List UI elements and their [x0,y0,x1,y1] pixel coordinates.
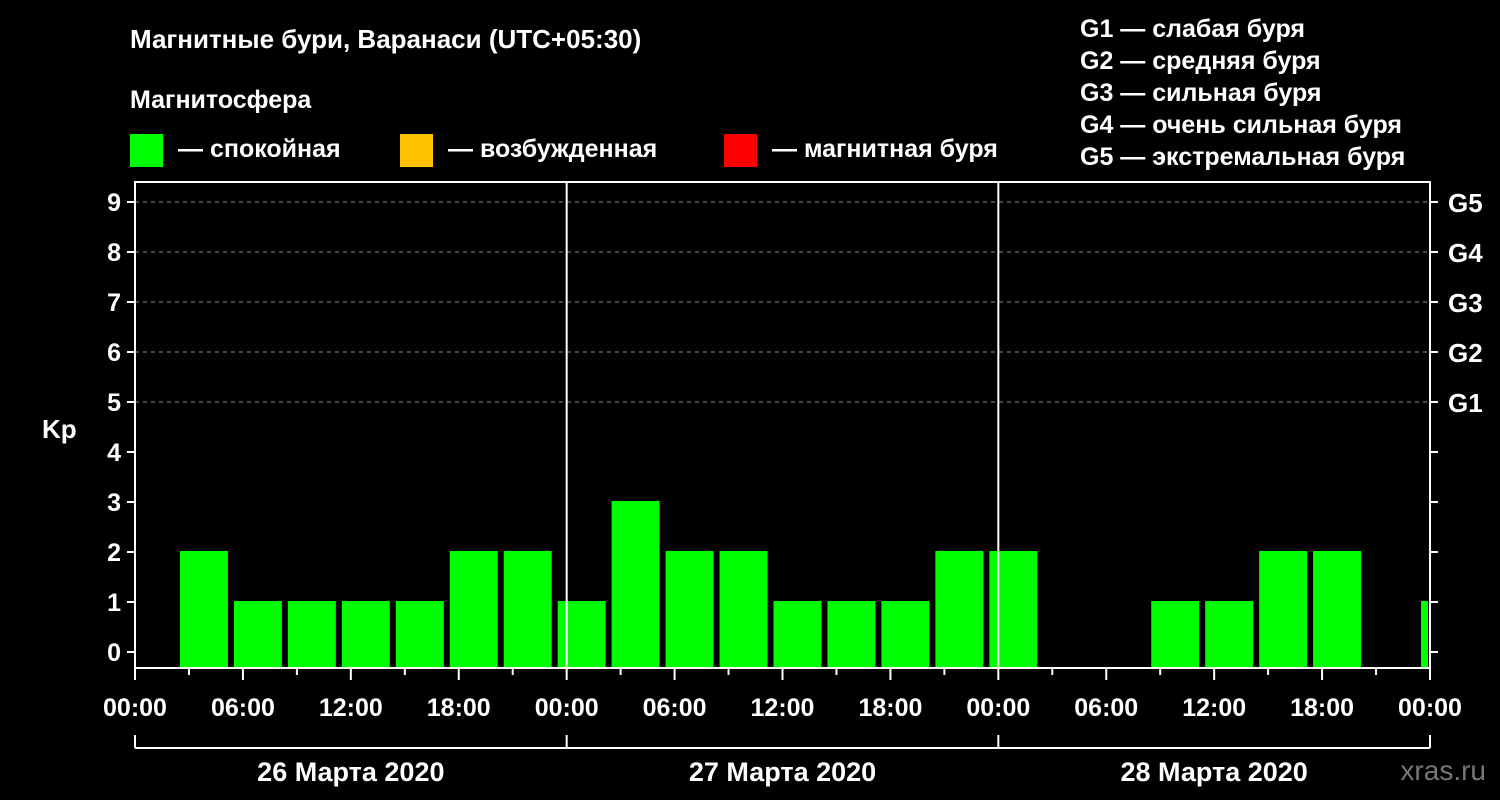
x-tick-label-2: 12:00 [319,694,383,722]
x-tick-label-7: 18:00 [858,694,922,722]
x-tick-label-0: 00:00 [103,694,167,722]
x-tick-label-5: 06:00 [643,694,707,722]
x-tick-label-3: 18:00 [427,694,491,722]
y-axis-label: Kp [42,414,77,444]
y-tick-label-3: 3 [107,489,121,517]
kp-bar-2 [233,601,282,668]
y-tick-label-1: 1 [107,589,121,617]
y-tick-label-5: 5 [107,389,121,417]
kp-bar-13 [827,601,876,668]
kp-bar-20 [1313,551,1362,668]
day-label-2: 27 Марта 2020 [689,757,876,787]
y-tick-label-9: 9 [107,189,121,217]
day-label-1: 26 Марта 2020 [257,757,444,787]
kp-bar-12 [773,601,822,668]
g-tick-label-g4: G4 [1448,238,1483,268]
x-tick-label-1: 06:00 [211,694,275,722]
g-tick-label-g5: G5 [1448,188,1483,218]
x-tick-label-6: 12:00 [751,694,815,722]
kp-bar-3 [287,601,336,668]
x-tick-label-12: 00:00 [1398,694,1462,722]
kp-bar-9 [611,501,660,668]
kp-bar-7 [503,551,552,668]
chart-page: Магнитные бури, Варанаси (UTC+05:30) Маг… [0,0,1500,800]
kp-bar-5 [395,601,444,668]
y-tick-label-2: 2 [107,539,121,567]
kp-chart: 0 1 2 3 4 5 6 7 8 9 G1 G2 G3 G4 G5 Kp 00:00 06:00 12:00 18:… [42,181,1483,787]
kp-bar-17 [1151,601,1200,668]
x-tick-label-4: 00:00 [535,694,599,722]
g-tick-label-g2: G2 [1448,338,1483,368]
kp-bar-10 [665,551,714,668]
plot-frame [134,181,1431,669]
g-tick-label-g1: G1 [1448,388,1483,418]
y-tick-label-8: 8 [107,239,121,267]
credit-label: xras.ru [1400,755,1486,786]
kp-bar-18 [1205,601,1254,668]
y-tick-label-0: 0 [107,639,121,667]
kp-bar-14 [881,601,930,668]
x-tick-label-8: 00:00 [966,694,1030,722]
y-tick-label-7: 7 [107,289,121,317]
kp-bar-1 [179,551,228,668]
kp-bar-15 [935,551,984,668]
kp-bar-8 [557,601,606,668]
kp-bar-6 [449,551,498,668]
x-tick-label-9: 06:00 [1074,694,1138,722]
kp-bar-21 [1421,601,1428,668]
x-tick-label-11: 18:00 [1290,694,1354,722]
kp-bar-11 [719,551,768,668]
x-tick-label-10: 12:00 [1182,694,1246,722]
y-tick-label-6: 6 [107,339,121,367]
g-tick-label-g3: G3 [1448,288,1483,318]
kp-bar-19 [1259,551,1308,668]
kp-bar-4 [341,601,390,668]
kp-bar-16 [989,551,1038,668]
day-label-3: 28 Марта 2020 [1121,757,1308,787]
y-tick-label-4: 4 [107,439,121,467]
